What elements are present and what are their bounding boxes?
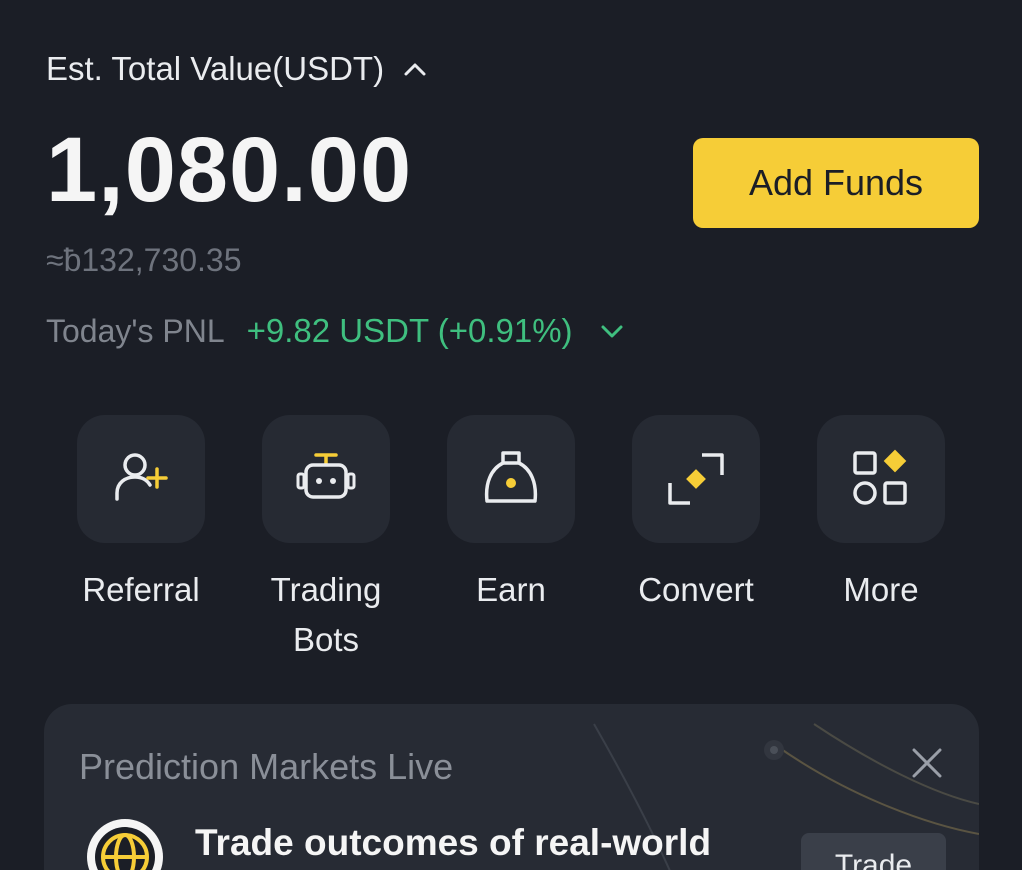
chevron-down-icon[interactable] <box>599 318 625 344</box>
action-convert[interactable]: Convert <box>601 415 791 615</box>
action-more[interactable]: More <box>786 415 976 615</box>
action-earn[interactable]: Earn <box>416 415 606 615</box>
convert-icon <box>668 453 724 505</box>
trade-button[interactable]: Trade <box>801 833 946 870</box>
pnl-value: +9.82 USDT (+0.91%) <box>246 312 573 349</box>
pnl-label: Today's PNL <box>46 312 225 349</box>
action-tile[interactable] <box>632 415 760 543</box>
globe-icon <box>87 819 163 870</box>
assets-overview-screen: Est. Total Value(USDT) 1,080.00 Add Fund… <box>0 0 1022 870</box>
action-label-referral: Referral <box>82 571 200 608</box>
total-value-amount: 1,080.00 <box>46 119 413 221</box>
close-icon[interactable] <box>910 746 944 780</box>
total-value-toggle[interactable]: Est. Total Value(USDT) <box>46 50 428 88</box>
action-tile[interactable] <box>77 415 205 543</box>
action-label-trading-bots: Trading Bots <box>231 565 421 665</box>
action-tile[interactable] <box>262 415 390 543</box>
grid-icon <box>853 449 907 505</box>
promo-card[interactable]: Prediction Markets Live Trade outcomes o… <box>44 704 979 870</box>
action-label-text: Trading Bots <box>270 571 382 658</box>
total-value-label: Est. Total Value(USDT) <box>46 50 385 87</box>
money-bag-icon <box>484 451 538 503</box>
action-label-convert: Convert <box>638 571 754 608</box>
action-label-earn: Earn <box>476 571 546 608</box>
action-trading-bots[interactable]: Trading Bots <box>231 415 421 665</box>
add-funds-button[interactable]: Add Funds <box>693 138 979 228</box>
action-referral[interactable]: Referral <box>46 415 236 615</box>
promo-headline: Trade outcomes of real-world <box>195 822 712 863</box>
chevron-up-icon[interactable] <box>402 56 428 82</box>
action-tile[interactable] <box>817 415 945 543</box>
todays-pnl-row[interactable]: Today's PNL +9.82 USDT (+0.91%) <box>46 312 625 350</box>
robot-icon <box>296 453 356 499</box>
action-tile[interactable] <box>447 415 575 543</box>
approx-fiat-value: ≈ƀ132,730.35 <box>46 242 242 278</box>
action-label-more: More <box>843 571 919 608</box>
add-user-icon <box>115 453 168 501</box>
promo-title: Prediction Markets Live <box>79 746 454 787</box>
